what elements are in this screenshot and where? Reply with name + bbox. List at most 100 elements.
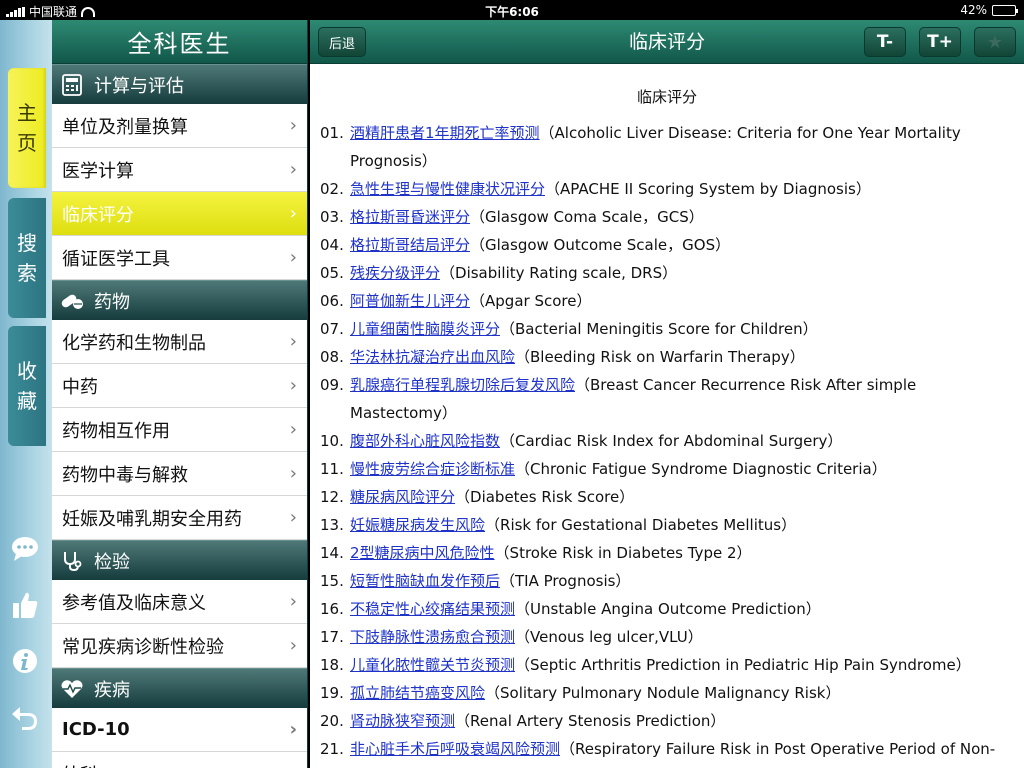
sidebar-item-label: 药物中毒与解救 xyxy=(62,464,188,486)
score-link[interactable]: 乳腺癌行单程乳腺切除后复发风险 xyxy=(350,376,575,394)
sidebar-item-ebm-tools[interactable]: 循证医学工具 › xyxy=(52,236,307,280)
tab-search-char-2: 索 xyxy=(17,261,37,285)
score-list: 01. 酒精肝患者1年期死亡率预测（Alcoholic Liver Disease… xyxy=(320,119,1014,763)
list-item: 20. 肾动脉狭窄预测（Renal Artery Stenosis Predict… xyxy=(320,707,1014,735)
score-description: （TIA Prognosis） xyxy=(500,572,631,590)
thumbs-up-icon[interactable] xyxy=(8,588,42,622)
sidebar-item-clinical-scores[interactable]: 临床评分 › xyxy=(52,192,307,236)
list-item-number: 15. xyxy=(320,572,344,590)
list-item: 06. 阿普伽新生儿评分（Apgar Score） xyxy=(320,287,1014,315)
list-item-number: 21. xyxy=(320,740,344,758)
chevron-right-icon: › xyxy=(290,763,297,768)
sidebar-item-label: 中药 xyxy=(62,376,98,398)
score-link[interactable]: 儿童化脓性髋关节炎预测 xyxy=(350,656,515,674)
list-item-body: 华法林抗凝治疗出血风险（Bleeding Risk on Warfarin Th… xyxy=(350,343,1014,371)
chevron-right-icon: › xyxy=(289,635,297,656)
score-description: （Unstable Angina Outcome Prediction） xyxy=(515,600,821,618)
list-item-body: 格拉斯哥结局评分（Glasgow Outcome Scale，GOS） xyxy=(350,231,1014,259)
tab-favorites[interactable]: 收 藏 xyxy=(8,326,46,446)
calculator-icon xyxy=(60,73,84,97)
score-link[interactable]: 华法林抗凝治疗出血风险 xyxy=(350,348,515,366)
tab-home-char-2: 页 xyxy=(17,131,37,155)
score-link[interactable]: 阿普伽新生儿评分 xyxy=(350,292,470,310)
battery-icon xyxy=(992,4,1018,16)
sidebar-item-diagnostic-tests[interactable]: 常见疾病诊断性检验 › xyxy=(52,624,307,668)
score-link[interactable]: 残疾分级评分 xyxy=(350,264,440,282)
list-item-number: 17. xyxy=(320,628,344,646)
sidebar-item-icd10[interactable]: ICD-10 › xyxy=(52,708,307,752)
chevron-right-icon: › xyxy=(289,719,297,740)
list-item-body: 下肢静脉性溃疡愈合预测（Venous leg ulcer,VLU） xyxy=(350,623,1014,651)
list-item-number: 06. xyxy=(320,292,344,310)
tab-search[interactable]: 搜 索 xyxy=(8,198,46,318)
list-item-body: 酒精肝患者1年期死亡率预测（Alcoholic Liver Disease: C… xyxy=(350,119,1014,175)
list-item-number: 20. xyxy=(320,712,344,730)
sidebar-item-label: 常见疾病诊断性检验 xyxy=(62,636,224,658)
chevron-right-icon: › xyxy=(289,203,297,224)
list-item-body: 儿童细菌性脑膜炎评分（Bacterial Meningitis Score fo… xyxy=(350,315,1014,343)
list-item: 12. 糖尿病风险评分（Diabetes Risk Score） xyxy=(320,483,1014,511)
score-description: （Risk for Gestational Diabetes Mellitus） xyxy=(485,516,797,534)
score-link[interactable]: 酒精肝患者1年期死亡率预测 xyxy=(350,124,540,142)
sidebar-item-unit-conversion[interactable]: 单位及剂量换算 › xyxy=(52,104,307,148)
list-item-number: 04. xyxy=(320,236,344,254)
favorite-button[interactable]: ★ xyxy=(974,27,1016,57)
sidebar-item-reference-values[interactable]: 参考值及临床意义 › xyxy=(52,580,307,624)
tab-home[interactable]: 主 页 xyxy=(8,68,46,188)
list-item: 03. 格拉斯哥昏迷评分（Glasgow Coma Scale，GCS） xyxy=(320,203,1014,231)
back-arrow-icon[interactable] xyxy=(8,700,42,734)
score-link[interactable]: 不稳定性心绞痛结果预测 xyxy=(350,600,515,618)
score-link[interactable]: 格拉斯哥结局评分 xyxy=(350,236,470,254)
font-decrease-button[interactable]: T- xyxy=(864,27,906,57)
list-item-body: 妊娠糖尿病发生风险（Risk for Gestational Diabetes … xyxy=(350,511,1014,539)
sidebar-item-label: 妊娠及哺乳期安全用药 xyxy=(62,508,242,530)
list-item-number: 07. xyxy=(320,320,344,338)
score-link[interactable]: 孤立肺结节癌变风险 xyxy=(350,684,485,702)
score-link[interactable]: 2型糖尿病中风危险性 xyxy=(350,544,495,562)
tab-favorites-char-1: 收 xyxy=(17,359,37,383)
list-item-number: 05. xyxy=(320,264,344,282)
status-time: 下午6:06 xyxy=(485,5,539,19)
score-link[interactable]: 下肢静脉性溃疡愈合预测 xyxy=(350,628,515,646)
list-item: 08. 华法林抗凝治疗出血风险（Bleeding Risk on Warfarin… xyxy=(320,343,1014,371)
sidebar-item-drug-interactions[interactable]: 药物相互作用 › xyxy=(52,408,307,452)
list-item-body: 格拉斯哥昏迷评分（Glasgow Coma Scale，GCS） xyxy=(350,203,1014,231)
sidebar-item-pregnancy-safety[interactable]: 妊娠及哺乳期安全用药 › xyxy=(52,496,307,540)
score-description: （Solitary Pulmonary Nodule Malignancy Ri… xyxy=(485,684,841,702)
section-calculation-label: 计算与评估 xyxy=(94,75,184,97)
score-link[interactable]: 慢性疲劳综合症诊断标准 xyxy=(350,460,515,478)
score-link[interactable]: 腹部外科心脏风险指数 xyxy=(350,432,500,450)
list-item-body: 急性生理与慢性健康状况评分（APACHE II Scoring System b… xyxy=(350,175,1014,203)
list-item-body: 不稳定性心绞痛结果预测（Unstable Angina Outcome Pred… xyxy=(350,595,1014,623)
sidebar-item-chemical-drugs[interactable]: 化学药和生物制品 › xyxy=(52,320,307,364)
score-link[interactable]: 儿童细菌性脑膜炎评分 xyxy=(350,320,500,338)
score-link[interactable]: 短暂性脑缺血发作预后 xyxy=(350,572,500,590)
section-diseases: 疾病 xyxy=(52,668,307,708)
chat-bubble-icon[interactable] xyxy=(8,532,42,566)
list-item: 11. 慢性疲劳综合症诊断标准（Chronic Fatigue Syndrome … xyxy=(320,455,1014,483)
sidebar-item-poisoning[interactable]: 药物中毒与解救 › xyxy=(52,452,307,496)
list-item-number: 19. xyxy=(320,684,344,702)
pill-icon xyxy=(60,289,84,313)
score-link[interactable]: 非心脏手术后呼吸衰竭风险预测 xyxy=(350,740,560,758)
score-description: （Respiratory Failure Risk in Post Operat… xyxy=(560,740,996,758)
score-link[interactable]: 格拉斯哥昏迷评分 xyxy=(350,208,470,226)
score-link[interactable]: 急性生理与慢性健康状况评分 xyxy=(350,180,545,198)
list-item: 18. 儿童化脓性髋关节炎预测（Septic Arthritis Predicti… xyxy=(320,651,1014,679)
section-diseases-label: 疾病 xyxy=(94,679,130,701)
score-link[interactable]: 糖尿病风险评分 xyxy=(350,488,455,506)
info-icon[interactable] xyxy=(8,644,42,678)
section-drugs: 药物 xyxy=(52,280,307,320)
font-increase-button[interactable]: T+ xyxy=(919,27,961,57)
score-link[interactable]: 肾动脉狭窄预测 xyxy=(350,712,455,730)
score-description: （Stroke Risk in Diabetes Type 2） xyxy=(494,544,752,562)
sidebar-item-medical-calc[interactable]: 医学计算 › xyxy=(52,148,307,192)
list-item-body: 孤立肺结节癌变风险（Solitary Pulmonary Nodule Mali… xyxy=(350,679,1014,707)
sidebar-item-tcm[interactable]: 中药 › xyxy=(52,364,307,408)
score-link[interactable]: 妊娠糖尿病发生风险 xyxy=(350,516,485,534)
score-description: （Glasgow Coma Scale，GCS） xyxy=(470,208,704,226)
list-item: 10. 腹部外科心脏风险指数（Cardiac Risk Index for Abd… xyxy=(320,427,1014,455)
tab-home-char-1: 主 xyxy=(17,101,37,125)
sidebar-item-surgery[interactable]: 外科 › xyxy=(52,752,307,768)
tab-search-char-1: 搜 xyxy=(17,231,37,255)
